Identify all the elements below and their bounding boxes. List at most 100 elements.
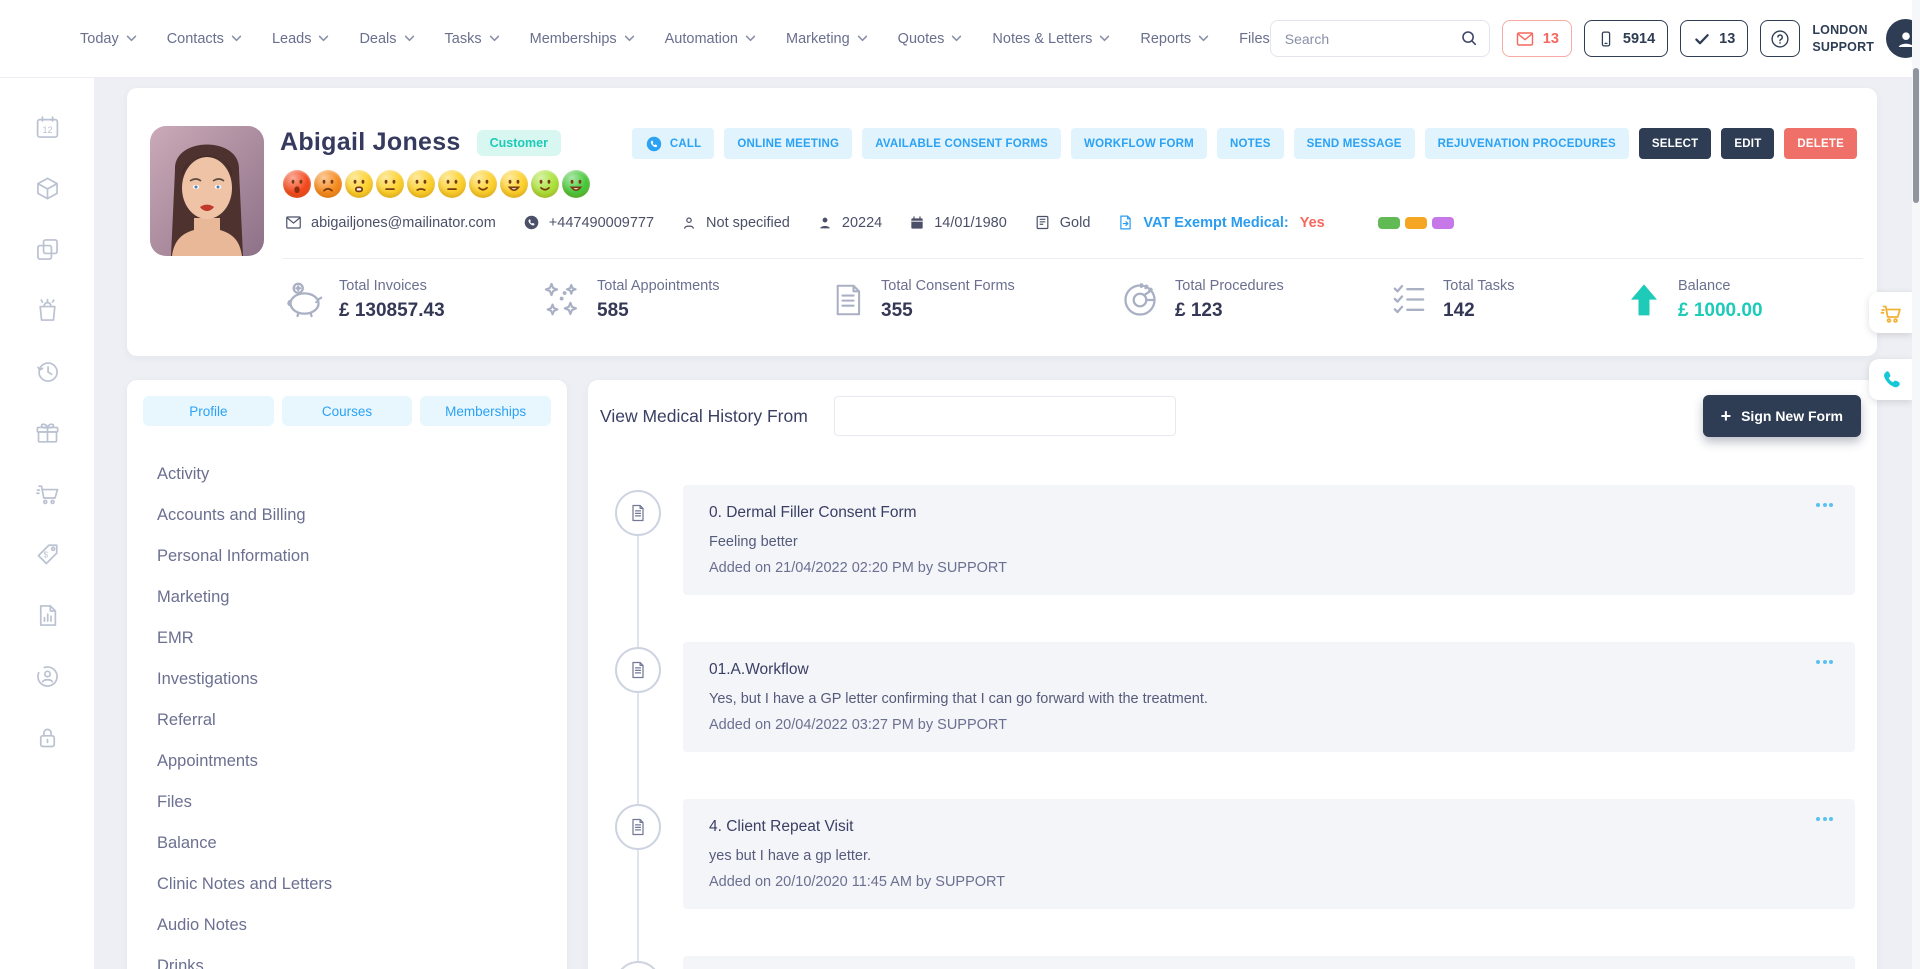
- mood-emoji-frown[interactable]: [314, 170, 342, 198]
- contact-value: Not specified: [706, 215, 790, 231]
- sidebar-report-icon[interactable]: [34, 602, 61, 629]
- contact-calendar-solid: 14/01/1980: [909, 215, 1007, 231]
- available-consent-forms-button[interactable]: AVAILABLE CONSENT FORMS: [862, 128, 1061, 159]
- stat-balance: Balance £ 1000.00: [1624, 278, 1763, 322]
- phone-icon: [1879, 368, 1903, 392]
- sidebar-gift-icon[interactable]: [34, 419, 61, 446]
- stat-value: £ 1000.00: [1678, 300, 1763, 322]
- nav-leads[interactable]: Leads: [272, 31, 330, 47]
- rejuvenation-procedures-button[interactable]: REJUVENATION PROCEDURES: [1425, 128, 1629, 159]
- question-icon: [1769, 28, 1791, 50]
- messages-badge[interactable]: 13: [1502, 20, 1572, 57]
- profile-nav-audio-notes[interactable]: Audio Notes: [127, 905, 567, 946]
- profile-nav-drinks[interactable]: Drinks: [127, 946, 567, 969]
- sidebar-package-icon[interactable]: [34, 175, 61, 202]
- nav-deals[interactable]: Deals: [359, 31, 414, 47]
- stat-label: Balance: [1678, 278, 1763, 294]
- tab-courses[interactable]: Courses: [282, 396, 413, 426]
- medical-history-entry: 0. Dermal Filler Consent FormFeeling bet…: [683, 485, 1855, 595]
- tab-memberships[interactable]: Memberships: [420, 396, 551, 426]
- nav-files[interactable]: Files: [1239, 31, 1270, 47]
- tasks-badge[interactable]: 13: [1680, 20, 1748, 57]
- mail-icon: [285, 214, 302, 231]
- call-button[interactable]: CALL: [632, 128, 714, 159]
- profile-nav-appointments[interactable]: Appointments: [127, 741, 567, 782]
- tab-profile[interactable]: Profile: [143, 396, 274, 426]
- mood-emoji-smile[interactable]: [469, 170, 497, 198]
- profile-nav-balance[interactable]: Balance: [127, 823, 567, 864]
- search-icon[interactable]: [1460, 29, 1479, 48]
- mood-emoji-slight-frown[interactable]: [407, 170, 435, 198]
- sidebar-shopping-bag-icon[interactable]: [34, 297, 61, 324]
- chevron-down-icon: [489, 35, 500, 42]
- contact-phone: +447490009777: [523, 214, 654, 231]
- select-button[interactable]: SELECT: [1639, 128, 1712, 159]
- send-message-button[interactable]: SEND MESSAGE: [1294, 128, 1415, 159]
- nav-marketing[interactable]: Marketing: [786, 31, 868, 47]
- sign-new-form-button[interactable]: + Sign New Form: [1703, 395, 1861, 437]
- profile-nav-clinic-notes-and-letters[interactable]: Clinic Notes and Letters: [127, 864, 567, 905]
- mood-emoji-grin[interactable]: [500, 170, 528, 198]
- profile-nav-files[interactable]: Files: [127, 782, 567, 823]
- profile-nav-investigations[interactable]: Investigations: [127, 659, 567, 700]
- entry-options-button[interactable]: [1812, 656, 1837, 668]
- search-input[interactable]: [1285, 31, 1460, 47]
- nav-today[interactable]: Today: [80, 31, 137, 47]
- nav-tasks[interactable]: Tasks: [445, 31, 500, 47]
- scrollbar-thumb[interactable]: [1913, 68, 1919, 203]
- delete-button[interactable]: DELETE: [1784, 128, 1857, 159]
- profile-nav-activity[interactable]: Activity: [127, 454, 567, 495]
- top-navigation-bar: Today Contacts Leads Deals Tasks Memberships A…: [0, 0, 1920, 78]
- client-action-buttons: CALL ONLINE MEETING AVAILABLE CONSENT FORM…: [632, 128, 1857, 159]
- profile-nav-accounts-and-billing[interactable]: Accounts and Billing: [127, 495, 567, 536]
- mood-emoji-grimace[interactable]: [345, 170, 373, 198]
- contact-membership-card: Gold: [1034, 214, 1091, 231]
- profile-tabs: Profile CoursesMemberships: [127, 380, 567, 426]
- sidebar-price-tag-icon[interactable]: $: [34, 541, 61, 568]
- online-meeting-button[interactable]: ONLINE MEETING: [724, 128, 852, 159]
- mood-emoji-sad-open[interactable]: [283, 170, 311, 198]
- nav-notes-letters[interactable]: Notes & Letters: [992, 31, 1110, 47]
- sidebar-history-icon[interactable]: [34, 358, 61, 385]
- help-button[interactable]: [1760, 20, 1800, 57]
- workflow-form-button[interactable]: WORKFLOW FORM: [1071, 128, 1207, 159]
- mood-emoji-grin[interactable]: [562, 170, 590, 198]
- medical-history-from-input[interactable]: [834, 396, 1176, 436]
- medical-history-panel: View Medical History From + Sign New For…: [588, 380, 1877, 969]
- form-doc-icon: [615, 647, 661, 693]
- nav-contacts[interactable]: Contacts: [167, 31, 242, 47]
- form-doc-icon: [615, 490, 661, 536]
- nav-memberships[interactable]: Memberships: [530, 31, 635, 47]
- stat-label: Total Consent Forms: [881, 278, 1015, 294]
- edit-button[interactable]: EDIT: [1721, 128, 1774, 159]
- sidebar-calendar-icon[interactable]: 12: [34, 114, 61, 141]
- mood-emoji-neutral[interactable]: [438, 170, 466, 198]
- medical-history-entry: 01.A.WorkflowYes, but I have a GP letter…: [683, 642, 1855, 752]
- mood-emoji-smile[interactable]: [531, 170, 559, 198]
- nav-quotes[interactable]: Quotes: [898, 31, 963, 47]
- entry-options-button[interactable]: [1812, 813, 1837, 825]
- contact-value: 20224: [842, 215, 882, 231]
- calls-badge[interactable]: 5914: [1584, 20, 1668, 57]
- cart-icon: [1879, 301, 1903, 325]
- calls-count: 5914: [1623, 31, 1655, 47]
- cart-float-button[interactable]: [1869, 292, 1912, 333]
- nav-label: Today: [80, 31, 119, 47]
- sidebar-lock-icon[interactable]: [34, 724, 61, 751]
- vat-value: Yes: [1300, 215, 1325, 231]
- piggy-bank-icon: [283, 279, 325, 321]
- profile-nav-emr[interactable]: EMR: [127, 618, 567, 659]
- phone-float-button[interactable]: [1869, 359, 1912, 400]
- profile-nav-referral[interactable]: Referral: [127, 700, 567, 741]
- sidebar-cart-icon[interactable]: [34, 480, 61, 507]
- sidebar-account-sync-icon[interactable]: [34, 663, 61, 690]
- nav-automation[interactable]: Automation: [665, 31, 756, 47]
- form-title: 01.A.Workflow: [709, 661, 1829, 679]
- mood-emoji-neutral[interactable]: [376, 170, 404, 198]
- entry-options-button[interactable]: [1812, 499, 1837, 511]
- profile-nav-marketing[interactable]: Marketing: [127, 577, 567, 618]
- nav-reports[interactable]: Reports: [1140, 31, 1209, 47]
- sidebar-duplicate-icon[interactable]: [34, 236, 61, 263]
- profile-nav-personal-information[interactable]: Personal Information: [127, 536, 567, 577]
- notes-button[interactable]: NOTES: [1217, 128, 1284, 159]
